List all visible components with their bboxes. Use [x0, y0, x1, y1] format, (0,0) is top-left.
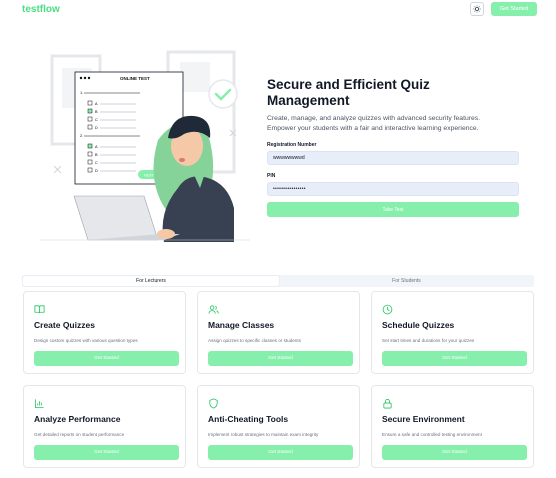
hero-section: Secure and Efficient Quiz Management Cre…	[267, 77, 522, 217]
option-checkbox	[87, 167, 93, 173]
option-checkbox	[87, 151, 93, 157]
bar-chart-icon	[34, 399, 44, 409]
card-description: Assign quizzes to specific classes or st…	[208, 338, 301, 343]
card-title: Secure Environment	[382, 414, 465, 424]
card-get-started-button[interactable]: Get Started	[34, 445, 179, 460]
feature-card-analyze-performance: Analyze Performance Get detailed reports …	[23, 385, 186, 468]
card-description: Design custom quizzes with various quest…	[34, 338, 138, 343]
test-title: ONLINE TEST	[120, 76, 150, 81]
pin-label: PIN	[267, 173, 276, 179]
users-icon	[208, 305, 219, 314]
card-description: Implement robust strategies to maintain …	[208, 432, 319, 437]
card-description: Get detailed reports on student performa…	[34, 432, 125, 437]
hero-title-line-1: Secure and Efficient Quiz	[267, 77, 430, 92]
option-checkbox	[87, 108, 93, 114]
logo[interactable]: testflow	[22, 4, 60, 15]
tab-for-students[interactable]: For Students	[280, 276, 533, 286]
registration-label: Registration Number	[267, 142, 317, 148]
hero-illustration: ONLINE TEST 1. ABCD 2. ABCD NEXT	[40, 48, 250, 248]
next-label: NEXT	[144, 174, 155, 178]
card-get-started-button[interactable]: Get Started	[34, 351, 179, 366]
registration-number-input[interactable]: wwwwwwwwd	[267, 151, 519, 165]
hero-subtitle-line-2: Empower your students with a fair and in…	[267, 124, 479, 132]
card-title: Analyze Performance	[34, 414, 121, 424]
card-title: Schedule Quizzes	[382, 320, 455, 330]
feature-card-anti-cheating-tools: Anti-Cheating Tools Implement robust stra…	[197, 385, 360, 468]
book-icon	[34, 305, 45, 314]
card-description: Set start times and durations for your q…	[382, 338, 475, 343]
feature-card-create-quizzes: Create Quizzes Design custom quizzes with…	[23, 291, 186, 374]
lock-icon	[383, 399, 392, 409]
option-letter: C	[95, 118, 98, 122]
card-get-started-button[interactable]: Get Started	[208, 445, 353, 460]
option-checkbox	[87, 143, 93, 149]
option-checkbox	[87, 100, 93, 106]
feature-card-manage-classes: Manage Classes Assign quizzes to specific…	[197, 291, 360, 374]
card-description: Ensure a safe and controlled testing env…	[382, 432, 482, 437]
question-1-number: 1.	[80, 90, 83, 95]
tab-for-lecturers[interactable]: For Lecturers	[23, 276, 279, 286]
question-2-number: 2.	[80, 133, 83, 138]
option-letter: D	[95, 169, 98, 173]
clock-icon	[382, 304, 393, 315]
theme-toggle-button[interactable]	[470, 2, 484, 16]
card-title: Anti-Cheating Tools	[208, 414, 289, 424]
sun-icon	[473, 5, 481, 13]
top-nav: testflow Get Started	[0, 0, 556, 22]
card-title: Manage Classes	[208, 320, 275, 330]
hero-title-line-2: Management	[267, 93, 350, 108]
card-get-started-button[interactable]: Get Started	[382, 445, 527, 460]
shield-icon	[209, 398, 218, 409]
hero-subtitle-line-1: Create, manage, and analyze quizzes with…	[267, 115, 481, 122]
option-checkbox	[87, 159, 93, 165]
pin-input[interactable]: ••••••••••••••••	[267, 182, 519, 196]
feature-card-secure-environment: Secure Environment Ensure a safe and cont…	[371, 385, 534, 468]
hero-subtitle: Create, manage, and analyze quizzes with…	[267, 114, 522, 133]
option-checkbox	[87, 124, 93, 130]
option-letter: D	[95, 126, 98, 130]
option-letter: C	[95, 161, 98, 165]
option-checkbox	[87, 116, 93, 122]
card-title: Create Quizzes	[34, 320, 95, 330]
card-get-started-button[interactable]: Get Started	[208, 351, 353, 366]
header-get-started-button[interactable]: Get Started	[491, 2, 537, 16]
hero-title: Secure and Efficient Quiz Management	[267, 77, 522, 109]
card-get-started-button[interactable]: Get Started	[382, 351, 527, 366]
role-tabs: For Lecturers For Students	[22, 275, 534, 287]
take-test-button[interactable]: Take Test	[267, 202, 519, 217]
feature-card-schedule-quizzes: Schedule Quizzes Set start times and dura…	[371, 291, 534, 374]
